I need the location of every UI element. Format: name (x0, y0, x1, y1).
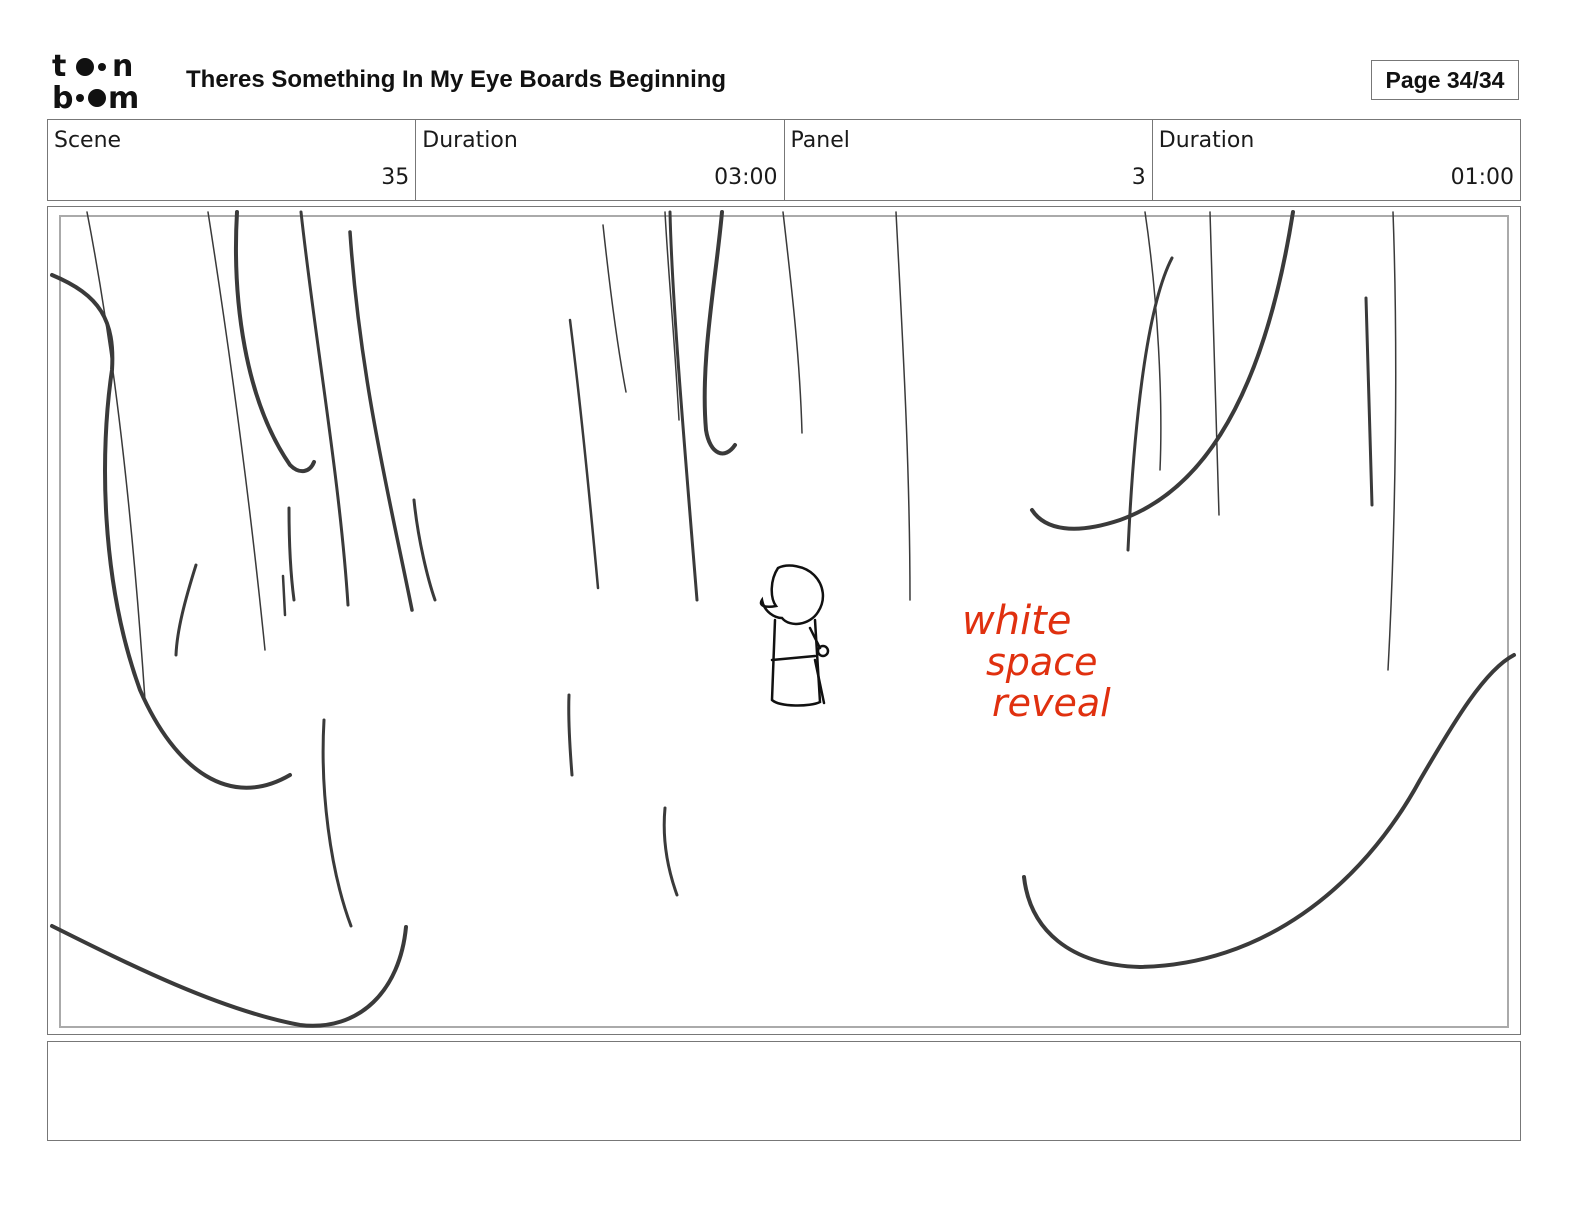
annotation-line1: white (962, 598, 1071, 644)
panel-notes-box[interactable] (47, 1041, 1521, 1141)
character-figure (759, 564, 830, 707)
annotation-line2: space (986, 640, 1097, 684)
annotation-line3: reveal (992, 681, 1111, 725)
annotation-note: white space reveal (962, 598, 1111, 725)
